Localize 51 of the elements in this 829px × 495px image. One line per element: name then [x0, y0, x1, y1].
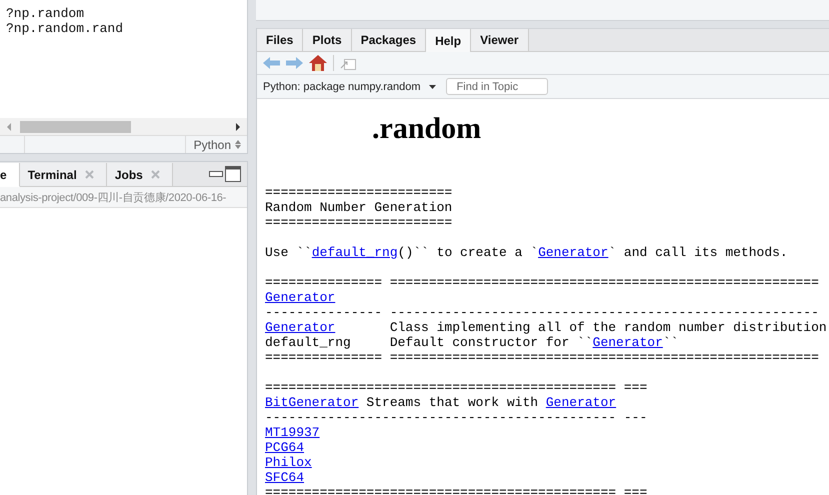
maximize-icon[interactable]: [225, 166, 241, 182]
pane-tab[interactable]: Files: [257, 29, 304, 51]
doc-line: =============== =======================================================: [265, 350, 819, 365]
forward-arrow-icon[interactable]: [286, 57, 303, 69]
console-tab[interactable]: Terminal: [20, 163, 107, 186]
doc-line: Use ``default_rng()`` to create a `Generator` and call its methods.: [265, 245, 788, 260]
topic-dropdown[interactable]: Python: package numpy.random: [263, 80, 436, 92]
minimize-icon[interactable]: [209, 171, 223, 177]
pane-tab[interactable]: Packages: [352, 29, 426, 51]
doc-line: --------------- -------------------------------------------------------: [265, 305, 819, 320]
doc-line: BitGenerator Streams that work with Generator: [265, 395, 616, 410]
console-tab[interactable]: e: [0, 163, 20, 187]
close-icon[interactable]: [84, 170, 94, 179]
doc-line: =============== =======================================================: [265, 275, 819, 290]
doc-line: --------------------------------------------- ---: [265, 410, 648, 425]
pane-tab[interactable]: Plots: [303, 29, 352, 51]
caret-icon: [428, 84, 436, 88]
doc-link[interactable]: Philox: [265, 455, 312, 470]
working-directory-path: analysis-project/009-四川-自贡德康/2020-06-16-: [0, 190, 226, 204]
scrollbar-thumb[interactable]: [20, 120, 131, 132]
doc-link[interactable]: BitGenerator: [265, 395, 359, 410]
close-icon[interactable]: [150, 170, 160, 179]
doc-link[interactable]: Generator: [546, 395, 616, 410]
doc-link[interactable]: SFC64: [265, 470, 304, 485]
home-icon[interactable]: [309, 55, 327, 71]
popout-window-icon[interactable]: [340, 56, 356, 70]
console-tab[interactable]: Jobs: [106, 163, 173, 186]
doc-line: ============================================= ===: [265, 485, 648, 495]
doc-link[interactable]: Generator: [538, 245, 608, 260]
doc-link[interactable]: MT19937: [265, 425, 320, 440]
doc-line: Generator Class implementing all of the random number distribution: [265, 320, 827, 335]
doc-line: ========================: [265, 185, 452, 200]
doc-line: ============================================= ===: [265, 380, 648, 395]
pane-tab[interactable]: Viewer: [471, 29, 529, 51]
back-arrow-icon[interactable]: [263, 57, 280, 69]
doc-link[interactable]: Generator: [592, 335, 663, 350]
find-in-topic-field[interactable]: Find in Topic: [446, 78, 548, 95]
scroll-right-icon[interactable]: [235, 122, 241, 130]
doc-line: ========================: [265, 215, 452, 230]
doc-link[interactable]: Generator: [265, 290, 336, 305]
doc-link[interactable]: default_rng: [312, 245, 398, 260]
doc-line: Random Number Generation: [265, 200, 452, 215]
updown-icon: [235, 140, 241, 149]
code-line: ?np.random.rand: [6, 21, 124, 36]
doc-link[interactable]: PCG64: [265, 440, 304, 455]
pane-tab[interactable]: Help: [426, 29, 472, 52]
code-line: ?np.random: [6, 6, 84, 21]
doc-link[interactable]: Generator: [265, 320, 336, 335]
help-title: .random: [372, 112, 482, 146]
doc-line: default_rng Default constructor for ``Generator``: [265, 335, 678, 350]
scroll-left-icon[interactable]: [6, 122, 12, 130]
